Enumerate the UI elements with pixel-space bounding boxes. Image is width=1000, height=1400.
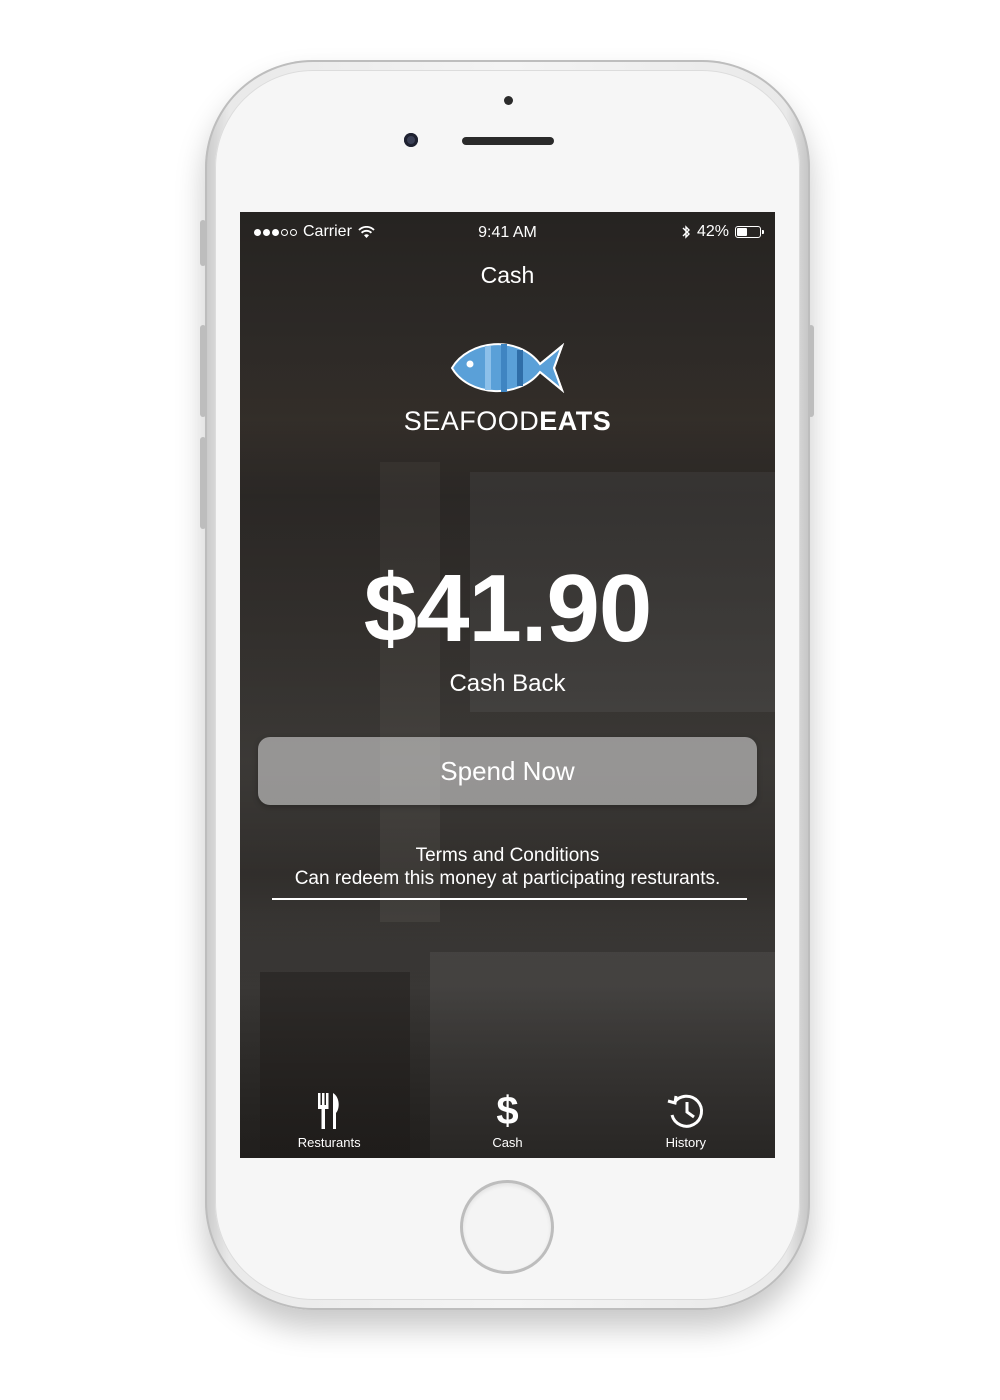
bluetooth-icon (682, 225, 690, 239)
battery-percent: 42% (696, 223, 729, 240)
earpiece-speaker (462, 137, 554, 145)
fork-knife-icon (316, 1089, 342, 1131)
spend-now-button[interactable]: Spend Now (258, 737, 757, 805)
home-button[interactable] (460, 1180, 554, 1274)
history-clock-icon (665, 1089, 707, 1131)
dollar-icon: $ (496, 1089, 519, 1133)
terms-section: Terms and Conditions Can redeem this mon… (240, 844, 775, 890)
brand-logo: SEAFOODEATS (240, 334, 775, 437)
front-camera (404, 133, 418, 147)
tab-label: Cash (492, 1135, 523, 1150)
proximity-sensor (504, 96, 513, 105)
page-title: Cash (480, 262, 535, 288)
terms-text: Can redeem this money at participating r… (294, 868, 721, 889)
cash-back-amount: $41.90 (363, 555, 653, 662)
mute-switch (200, 220, 206, 266)
tab-label: Resturants (297, 1135, 361, 1150)
status-right: 42% (681, 223, 764, 241)
cash-back-label: Cash Back (449, 670, 566, 697)
brand-name-light: SEAFOOD (403, 406, 540, 436)
terms-title[interactable]: Terms and Conditions (240, 844, 775, 867)
app-screen: Carrier 9:41 AM 42% Cash SEAFOODEATS $41… (240, 212, 775, 1158)
tab-resturants[interactable]: Resturants (240, 1080, 418, 1158)
tab-history[interactable]: History (597, 1080, 775, 1158)
battery-icon (735, 226, 764, 238)
volume-up-button (200, 325, 206, 417)
brand-name-bold: EATS (539, 406, 612, 436)
brand-name: SEAFOODEATS (240, 406, 775, 437)
tab-bar: Resturants $ Cash History (240, 1080, 775, 1158)
tab-cash[interactable]: $ Cash (418, 1080, 596, 1158)
status-bar: Carrier 9:41 AM 42% (240, 212, 775, 254)
terms-divider (272, 898, 747, 900)
tab-label: History (665, 1135, 707, 1150)
volume-down-button (200, 437, 206, 529)
power-button (808, 325, 814, 417)
fish-icon (450, 342, 564, 394)
